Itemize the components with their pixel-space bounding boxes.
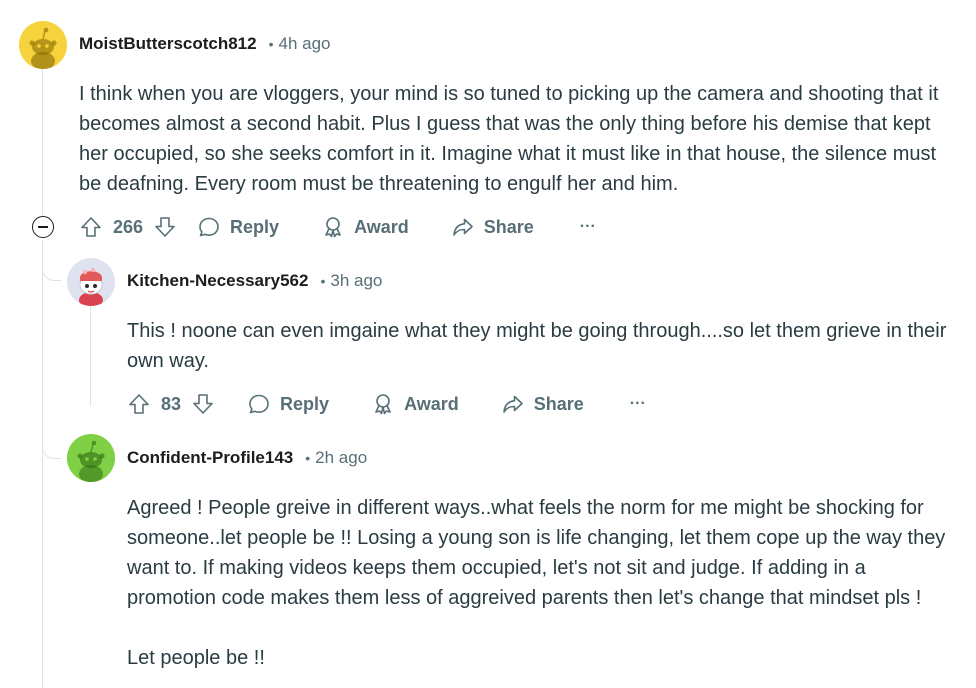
avatar[interactable] <box>19 21 67 69</box>
comment-actions: 266 Reply Award Share ··· <box>79 211 596 243</box>
award-button[interactable]: Award <box>371 392 459 416</box>
comment-actions: 83 Reply Award Share ··· <box>127 388 646 420</box>
separator-dot: • <box>320 273 326 289</box>
more-options-button[interactable]: ··· <box>630 395 646 413</box>
username[interactable]: Kitchen-Necessary562 <box>127 271 308 291</box>
comment-paragraph: I think when you are vloggers, your mind… <box>79 83 939 195</box>
comment-paragraph: This ! noone can even imgaine what they … <box>127 320 947 372</box>
comment-bubble-icon <box>249 394 269 414</box>
more-icon: ··· <box>629 395 646 412</box>
reply-button[interactable]: Reply <box>247 392 329 416</box>
downvote-icon <box>193 394 213 414</box>
comment-meta: Kitchen-Necessary562 • 3h ago <box>127 271 382 291</box>
comment-body: This ! noone can even imgaine what they … <box>127 316 947 376</box>
downvote-button[interactable] <box>153 215 177 239</box>
upvote-button[interactable] <box>127 392 151 416</box>
share-icon <box>452 218 473 236</box>
share-icon <box>502 395 523 413</box>
downvote-button[interactable] <box>191 392 215 416</box>
comment-meta: Confident-Profile143 • 2h ago <box>127 448 367 468</box>
vote-count: 266 <box>113 216 144 237</box>
upvote-button[interactable] <box>79 215 103 239</box>
share-label: Share <box>483 216 534 237</box>
thread-branch <box>42 432 61 459</box>
username[interactable]: Confident-Profile143 <box>127 448 293 468</box>
downvote-icon <box>155 217 175 237</box>
thread-line-nested[interactable] <box>90 306 91 406</box>
snoo-avatar-icon <box>67 258 115 306</box>
comment-body: Agreed ! People greive in different ways… <box>127 493 947 673</box>
award-label: Award <box>354 216 409 237</box>
share-button[interactable]: Share <box>501 392 584 416</box>
more-options-button[interactable]: ··· <box>580 218 596 236</box>
share-label: Share <box>533 393 584 414</box>
comment-body: I think when you are vloggers, your mind… <box>79 79 951 199</box>
reply-button[interactable]: Reply <box>197 215 279 239</box>
snoo-avatar-icon <box>67 434 115 482</box>
comment-meta: MoistButterscotch812 • 4h ago <box>79 34 331 54</box>
award-label: Award <box>404 393 459 414</box>
comment-paragraph: Agreed ! People greive in different ways… <box>127 497 946 609</box>
vote-count: 83 <box>161 393 182 414</box>
comment-bubble-icon <box>199 217 219 237</box>
snoo-avatar-icon <box>19 21 67 69</box>
avatar[interactable] <box>67 258 115 306</box>
reply-label: Reply <box>280 393 330 414</box>
award-button[interactable]: Award <box>321 215 409 239</box>
timestamp[interactable]: 2h ago <box>315 448 367 468</box>
upvote-icon <box>81 217 101 237</box>
thread-branch <box>42 258 61 281</box>
reply-label: Reply <box>230 216 280 237</box>
separator-dot: • <box>305 450 311 466</box>
separator-dot: • <box>268 36 274 52</box>
username[interactable]: MoistButterscotch812 <box>79 34 257 54</box>
collapse-icon[interactable] <box>32 216 54 238</box>
share-button[interactable]: Share <box>451 215 534 239</box>
timestamp[interactable]: 4h ago <box>279 34 331 54</box>
award-icon <box>375 394 391 415</box>
upvote-icon <box>129 394 149 414</box>
timestamp[interactable]: 3h ago <box>330 271 382 291</box>
award-icon <box>325 217 341 238</box>
comment-paragraph: Let people be !! <box>127 647 265 669</box>
avatar[interactable] <box>67 434 115 482</box>
more-icon: ··· <box>579 218 596 235</box>
thread-line-main-lower[interactable] <box>42 240 43 688</box>
thread-line-main[interactable] <box>42 68 43 215</box>
